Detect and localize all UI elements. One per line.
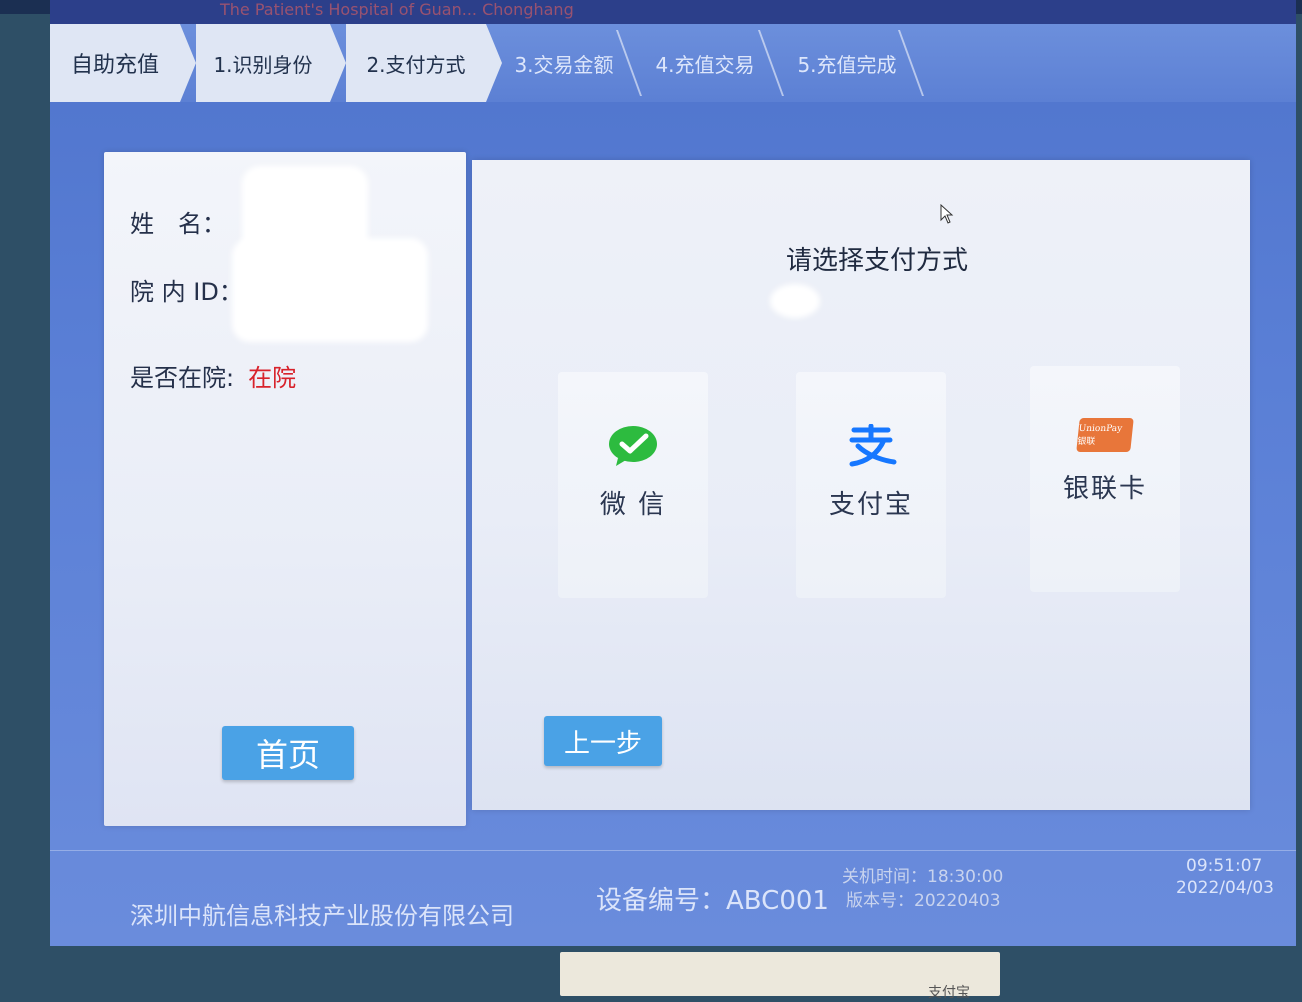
clock-date: 2022/04/03 bbox=[1176, 878, 1274, 898]
clock-time: 09:51:07 bbox=[1186, 856, 1263, 876]
shutdown-time: 关机时间：18:30:00 bbox=[842, 867, 1004, 887]
name-field: 姓 名： bbox=[130, 204, 226, 239]
chevron-divider bbox=[180, 24, 196, 102]
chevron-divider bbox=[486, 24, 502, 102]
step-progress-bar: 自助充值 1.识别身份 2.支付方式 3.交易金额 4.充值交易 5.充值完成 bbox=[50, 24, 1296, 102]
redaction-blur bbox=[232, 238, 428, 342]
hospital-id-field: 院 内 ID： bbox=[130, 272, 243, 307]
step-amount: 3.交易金额 bbox=[514, 52, 614, 77]
hospital-name: The Patient's Hospital of Guan... Chongh… bbox=[220, 0, 574, 19]
screen-glare bbox=[770, 284, 820, 318]
step-complete: 5.充值完成 bbox=[797, 52, 897, 77]
step-transaction: 4.充值交易 bbox=[655, 52, 755, 77]
paper-note: 支付宝 bbox=[560, 952, 1000, 1001]
unionpay-icon: UnionPay 银联 bbox=[1076, 418, 1134, 452]
payment-panel: 请选择支付方式 微 信 支付宝 UnionPay 银联 银联卡 上一步 bbox=[472, 160, 1250, 810]
alipay-icon bbox=[849, 424, 897, 467]
name-label: 姓 名： bbox=[130, 210, 226, 238]
wechat-pay-label: 微 信 bbox=[599, 490, 667, 520]
device-number: 设备编号：ABC001 bbox=[596, 886, 829, 916]
unionpay-label: 银联卡 bbox=[1062, 474, 1147, 504]
version-number: 版本号：20220403 bbox=[846, 891, 1001, 911]
hospital-id-label: 院 内 ID： bbox=[130, 278, 243, 306]
mouse-cursor-icon bbox=[940, 204, 954, 224]
wechat-pay-option[interactable]: 微 信 bbox=[558, 372, 708, 598]
wechat-icon bbox=[609, 426, 657, 466]
inpatient-status-value: 在院 bbox=[248, 364, 297, 392]
alipay-label: 支付宝 bbox=[828, 490, 913, 520]
footer-divider bbox=[50, 850, 1296, 851]
kiosk-screen: The Patient's Hospital of Guan... Chongh… bbox=[50, 0, 1296, 946]
paper-note-text: 支付宝 bbox=[928, 985, 970, 1001]
alipay-option[interactable]: 支付宝 bbox=[796, 372, 946, 598]
title-bar: The Patient's Hospital of Guan... Chongh… bbox=[50, 0, 1296, 24]
payment-prompt: 请选择支付方式 bbox=[785, 246, 968, 276]
unionpay-option[interactable]: UnionPay 银联 银联卡 bbox=[1030, 366, 1180, 592]
step-identify: 1.识别身份 bbox=[196, 24, 330, 102]
inpatient-status-label: 是否在院: bbox=[130, 364, 235, 392]
chevron-divider bbox=[330, 24, 346, 102]
inpatient-status-field: 是否在院: 在院 bbox=[130, 358, 296, 393]
company-name: 深圳中航信息科技产业股份有限公司 bbox=[130, 902, 514, 930]
step-payment-method: 2.支付方式 bbox=[346, 24, 486, 102]
step-self-recharge: 自助充值 bbox=[50, 24, 180, 102]
patient-info-panel: 姓 名： 院 内 ID： 是否在院: 在院 首页 bbox=[104, 152, 466, 826]
previous-step-button[interactable]: 上一步 bbox=[544, 716, 662, 766]
home-button[interactable]: 首页 bbox=[222, 726, 354, 780]
